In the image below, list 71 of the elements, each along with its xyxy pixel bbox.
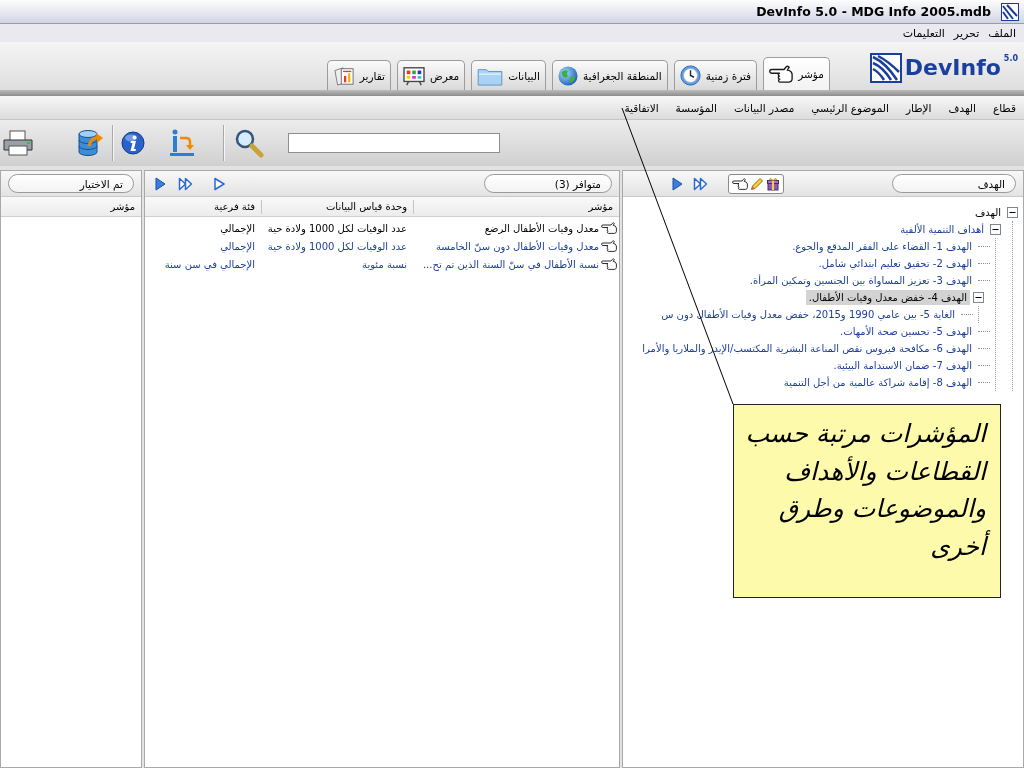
collapse-icon[interactable] bbox=[973, 292, 984, 303]
column-header[interactable]: فئة فرعية bbox=[145, 199, 261, 214]
indicator-item[interactable]: معدل وفيات الأطفال الرضع bbox=[484, 222, 599, 234]
tab[interactable]: مؤشر bbox=[763, 57, 830, 90]
info-icon[interactable] bbox=[121, 131, 145, 155]
search-icon[interactable] bbox=[234, 128, 264, 158]
column-header[interactable]: مؤشر bbox=[104, 199, 141, 214]
pointing-hand-icon bbox=[601, 240, 617, 252]
panel-title: تم الاختيار bbox=[8, 174, 134, 193]
triangle-outline-icon[interactable] bbox=[213, 176, 225, 191]
double-triangle-icon[interactable] bbox=[693, 176, 708, 191]
chart-board-icon bbox=[403, 65, 426, 86]
import-icon[interactable] bbox=[169, 128, 195, 158]
printer-icon[interactable] bbox=[2, 130, 34, 156]
tree-item[interactable]: الهدف bbox=[971, 205, 1004, 220]
tree-item[interactable]: الهدف 1- القضاء على الفقر المدقع والجوع. bbox=[789, 239, 975, 254]
app-icon bbox=[1001, 2, 1019, 21]
tab[interactable]: تقارير bbox=[326, 60, 392, 90]
pointing-hand-icon[interactable] bbox=[732, 177, 748, 190]
tree-item[interactable]: الهدف 7- ضمان الاستدامة البيئية. bbox=[830, 358, 975, 373]
tree-item[interactable]: الهدف 8- إقامة شراكة عالمية من أجل التنمية bbox=[780, 375, 975, 390]
logo-version: 5.0 bbox=[1003, 53, 1018, 65]
tab[interactable]: المنطقة الجغرافية bbox=[551, 60, 668, 90]
tree-item[interactable]: الهدف 3- تعزيز المساواة بين الجنسين وتمكين المرأة. bbox=[746, 273, 975, 288]
menu-item[interactable]: الملف bbox=[988, 26, 1016, 40]
menu-item[interactable]: تحرير bbox=[953, 26, 980, 40]
category-link[interactable]: مصدر البيانات bbox=[734, 101, 795, 114]
table-cell-text: الإجمالي bbox=[219, 222, 256, 234]
pointing-hand-icon bbox=[601, 222, 617, 234]
clock-icon bbox=[679, 65, 701, 86]
table-cell-text: الإجمالي في سن سنة bbox=[163, 258, 256, 270]
column-header[interactable]: مؤشر bbox=[413, 199, 619, 214]
gift-icon[interactable] bbox=[766, 176, 780, 191]
category-link[interactable]: المؤسسة bbox=[675, 101, 717, 114]
table-cell-text: عدد الوفيات لكل 1000 ولادة حية bbox=[266, 222, 408, 234]
tree-item[interactable]: الهدف 4- خفض معدل وفيات الأطفال. bbox=[805, 290, 970, 305]
window-title: DevInfo 5.0 - MDG Info 2005.mdb bbox=[756, 4, 991, 19]
collapse-icon[interactable] bbox=[990, 224, 1001, 235]
tree-item[interactable]: الهدف 2- تحقيق تعليم ابتدائي شامل. bbox=[815, 256, 975, 271]
table-cell-text: نسبة مئوية bbox=[361, 258, 408, 270]
table-cell-text: عدد الوفيات لكل 1000 ولادة حية bbox=[266, 240, 408, 252]
menu-item[interactable]: التعليمات bbox=[902, 26, 945, 40]
panel-title: الهدف bbox=[892, 174, 1016, 193]
tree-item[interactable]: الهدف 5- تحسين صحة الأمهات. bbox=[837, 324, 975, 339]
category-link[interactable]: الهدف bbox=[948, 101, 976, 114]
collapse-icon[interactable] bbox=[1007, 207, 1018, 218]
category-link[interactable]: قطاع bbox=[992, 101, 1016, 114]
globe-icon bbox=[557, 65, 578, 86]
triangle-icon[interactable] bbox=[671, 176, 683, 191]
category-link[interactable]: الاتفاقية bbox=[624, 101, 659, 114]
tab[interactable]: البيانات bbox=[471, 60, 546, 90]
table-cell-text: الإجمالي bbox=[219, 240, 256, 252]
database-icon[interactable] bbox=[77, 129, 103, 157]
indicator-item[interactable]: نسبة الأطفال في سنّ السنة الذين تم تح... bbox=[422, 258, 599, 270]
tab[interactable]: معرض bbox=[397, 60, 466, 90]
indicator-item[interactable]: معدل وفيات الأطفال دون سنّ الخامسة bbox=[435, 240, 599, 252]
triangle-icon[interactable] bbox=[154, 176, 166, 191]
callout-note: المؤشرات مرتبة حسب القطاعات والأهداف والموضوعات وطرق أخرى bbox=[733, 404, 1001, 598]
pointing-hand-icon bbox=[769, 65, 794, 83]
pointing-hand-icon bbox=[601, 258, 617, 270]
double-triangle-icon[interactable] bbox=[178, 176, 193, 191]
report-icon bbox=[332, 65, 355, 86]
category-link[interactable]: الإطار bbox=[906, 101, 932, 114]
category-link[interactable]: الموضوع الرئيسي bbox=[811, 101, 889, 114]
column-header[interactable]: وحدة قياس البيانات bbox=[261, 199, 413, 214]
panel-title: متوافر (3) bbox=[484, 174, 612, 193]
tree-item[interactable]: أهداف التنمية الألفية bbox=[897, 222, 987, 237]
logo-icon bbox=[869, 53, 902, 83]
search-field[interactable] bbox=[288, 133, 500, 153]
logo-text: DevInfo bbox=[904, 54, 1001, 82]
tab[interactable]: فترة زمنية bbox=[673, 60, 758, 90]
